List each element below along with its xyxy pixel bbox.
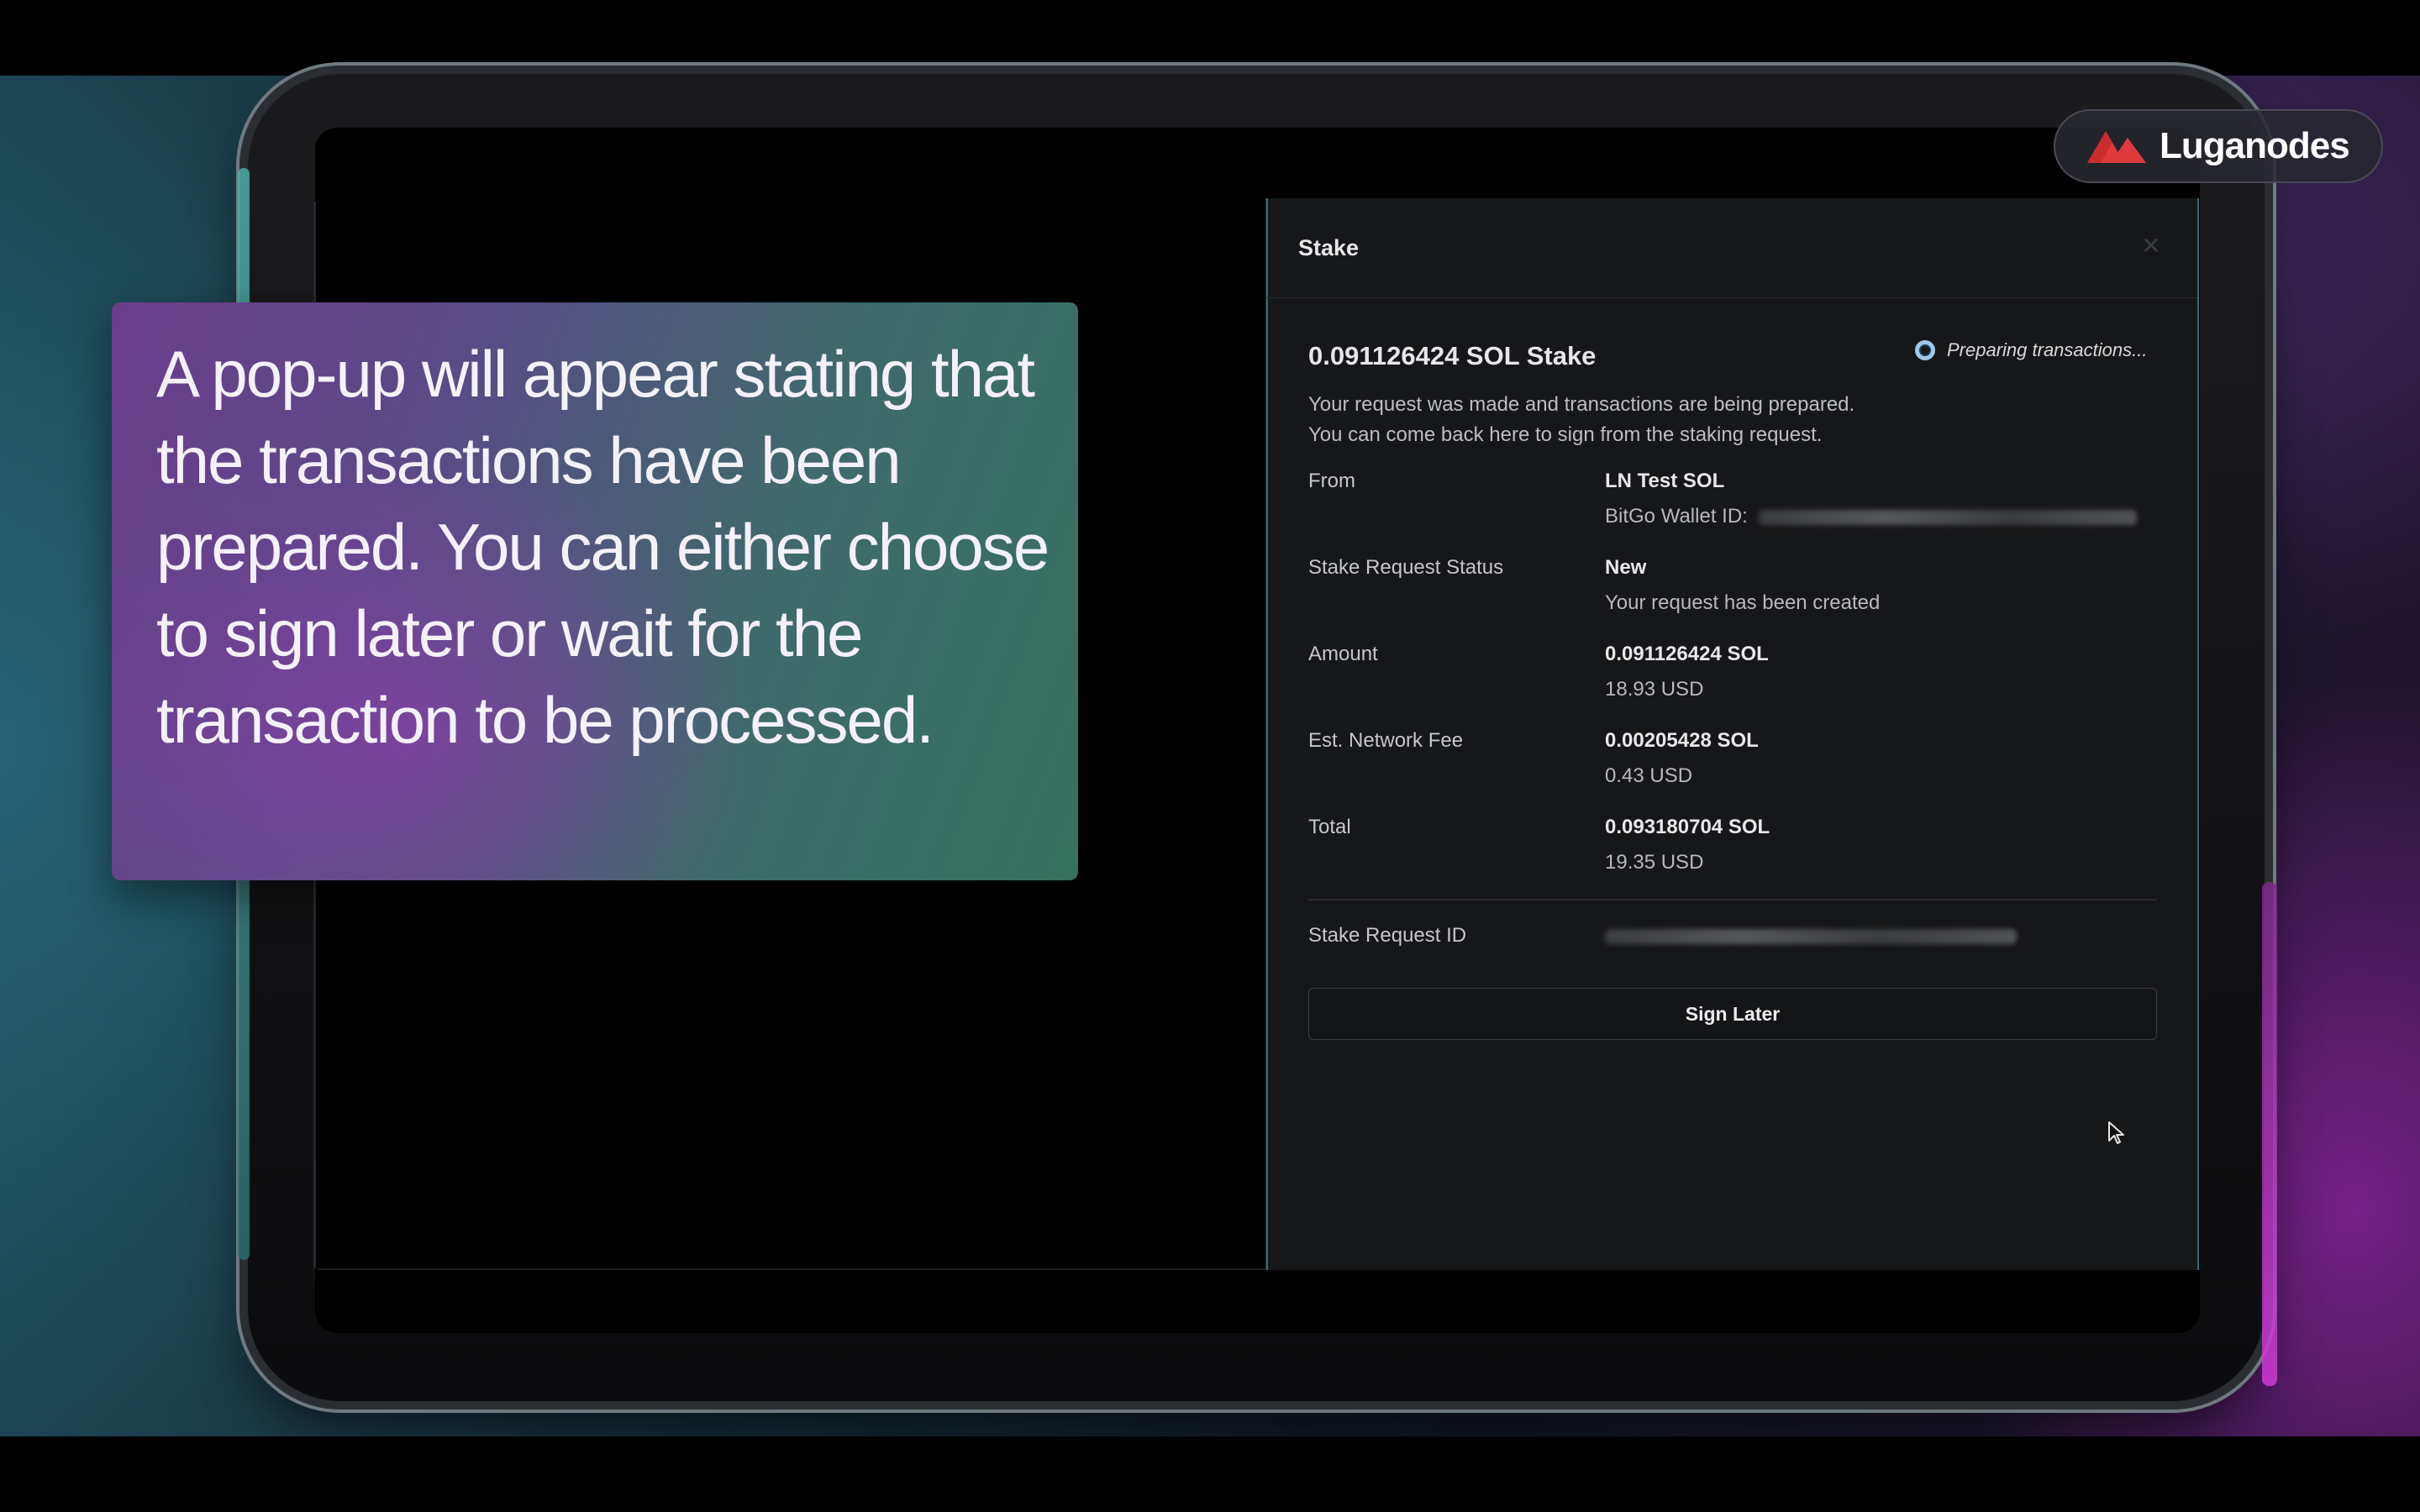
mouse-cursor-icon (2108, 1121, 2124, 1144)
description-line: You can come back here to sign from the … (1308, 423, 1823, 446)
caption-text: A pop-up will appear stating that the tr… (156, 337, 1050, 757)
luganodes-logo-icon (2087, 131, 2146, 163)
close-icon[interactable]: ✕ (2139, 234, 2164, 259)
from-value: LN Test SOL (1605, 470, 1725, 492)
request-id-label: Stake Request ID (1308, 924, 1467, 947)
caption-card: A pop-up will appear stating that the tr… (112, 302, 1078, 880)
wallet-id-redacted (1758, 509, 2137, 525)
request-id-redacted (1605, 928, 2017, 944)
amount-value: 0.091126424 SOL (1605, 643, 1769, 665)
modal-title: Stake (1298, 235, 1360, 260)
divider (1308, 899, 2157, 900)
total-usd: 19.35 USD (1605, 851, 1704, 874)
fee-value: 0.00205428 SOL (1605, 729, 1759, 752)
request-status-label: Stake Request Status (1308, 556, 1504, 579)
brand-name: Luganodes (2160, 125, 2350, 166)
request-status-sub: Your request has been created (1605, 591, 1881, 614)
stake-modal: Stake ✕ 0.091126424 SOL Stake Preparing … (1265, 198, 2199, 1270)
total-label: Total (1308, 816, 1351, 838)
amount-usd: 18.93 USD (1605, 678, 1704, 701)
preparing-status: Preparing transactions... (1915, 339, 2147, 361)
request-description: Your request was made and transactions a… (1308, 390, 1854, 450)
spinner-icon (1915, 340, 1935, 360)
request-id-value (1605, 924, 2017, 948)
stake-amount-heading: 0.091126424 SOL Stake (1308, 341, 1597, 370)
brand-badge: Luganodes (2054, 109, 2383, 183)
status-text: Preparing transactions... (1947, 339, 2148, 360)
tablet-edge-glow (2262, 882, 2277, 1386)
request-status-value: New (1605, 556, 1647, 579)
amount-label: Amount (1308, 643, 1378, 665)
fee-label: Est. Network Fee (1308, 729, 1464, 752)
from-label: From (1308, 470, 1355, 492)
description-line: Your request was made and transactions a… (1308, 393, 1855, 416)
modal-header: Stake ✕ (1266, 198, 2197, 298)
wallet-id: BitGo Wallet ID: (1605, 505, 2137, 528)
wallet-id-prefix: BitGo Wallet ID: (1605, 505, 1748, 528)
sign-later-button[interactable]: Sign Later (1308, 988, 2157, 1040)
total-value: 0.093180704 SOL (1605, 816, 1770, 838)
fee-usd: 0.43 USD (1605, 764, 1693, 787)
